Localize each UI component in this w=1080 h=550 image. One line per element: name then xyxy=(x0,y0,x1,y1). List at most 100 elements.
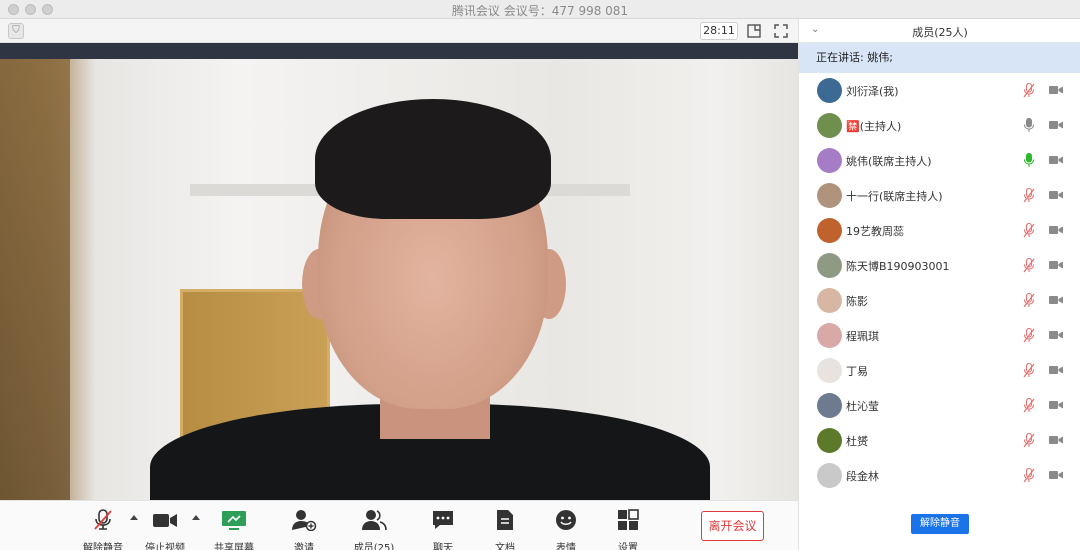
meeting-window: 腾讯会议 会议号：477 998 081 ⛉ 28:11 解除静音 停止视频 共… xyxy=(0,0,1080,550)
settings-button[interactable]: 设置 xyxy=(598,509,658,550)
mic-icon[interactable] xyxy=(1023,118,1035,133)
invite-label: 邀请 xyxy=(294,543,314,550)
chat-label: 聊天 xyxy=(433,543,453,550)
unmute-label: 解除静音 xyxy=(83,543,123,550)
muted-mic-icon[interactable] xyxy=(1023,363,1035,378)
member-name: 19艺教周蕊 xyxy=(846,225,904,238)
participant-video xyxy=(0,59,798,500)
stop-video-button[interactable]: 停止视频 xyxy=(135,509,195,550)
person-hair xyxy=(315,99,551,219)
avatar xyxy=(817,218,842,243)
avatar xyxy=(817,428,842,453)
member-name: 杜赟 xyxy=(846,435,868,448)
member-row[interactable]: 十一行(联席主持人) xyxy=(799,178,1080,213)
meeting-timer: 28:11 xyxy=(700,22,738,40)
member-name: 刘衍泽(我) xyxy=(846,85,899,98)
member-row[interactable]: 段金林 xyxy=(799,458,1080,493)
muted-mic-icon[interactable] xyxy=(1023,328,1035,343)
docs-label: 文档 xyxy=(495,543,515,550)
member-row[interactable]: 程珮琪 xyxy=(799,318,1080,353)
mic-icon[interactable] xyxy=(1023,153,1035,168)
members-icon xyxy=(362,510,387,531)
video-camera-icon[interactable] xyxy=(1049,260,1063,270)
video-camera-icon[interactable] xyxy=(1049,295,1063,305)
docs-button[interactable]: 文档 xyxy=(475,509,535,550)
video-toolbar: ⛉ 28:11 xyxy=(0,19,798,43)
member-name: 陈影 xyxy=(846,295,868,308)
video-camera-icon[interactable] xyxy=(1049,190,1063,200)
layout-icon[interactable] xyxy=(746,23,762,39)
avatar xyxy=(817,288,842,313)
video-options-caret-icon[interactable] xyxy=(192,515,200,520)
members-panel: ⌄ 成员(25人) 正在讲话: 姚伟; 刘衍泽(我) 🈲(主持人) 姚伟(联席主持人… xyxy=(798,19,1080,550)
video-camera-icon xyxy=(153,514,177,527)
member-row[interactable]: 🈲(主持人) xyxy=(799,108,1080,143)
muted-mic-icon[interactable] xyxy=(1023,398,1035,413)
meeting-controls: 解除静音 停止视频 共享屏幕 邀请 成员(25) 聊天 文档 表情 设置 离开会… xyxy=(0,500,798,550)
muted-mic-icon[interactable] xyxy=(1023,293,1035,308)
share-screen-label: 共享屏幕 xyxy=(214,543,254,550)
chat-button[interactable]: 聊天 xyxy=(413,509,473,550)
muted-mic-icon[interactable] xyxy=(1023,223,1035,238)
title-bar: 腾讯会议 会议号：477 998 081 xyxy=(0,0,1080,19)
member-row[interactable]: 刘衍泽(我) xyxy=(799,73,1080,108)
member-name: 十一行(联席主持人) xyxy=(846,190,943,203)
muted-mic-icon[interactable] xyxy=(1023,188,1035,203)
invite-user-icon xyxy=(292,510,317,532)
chat-icon xyxy=(433,511,453,529)
video-camera-icon[interactable] xyxy=(1049,225,1063,235)
shield-icon[interactable]: ⛉ xyxy=(8,23,24,39)
video-camera-icon[interactable] xyxy=(1049,400,1063,410)
background-cabinet xyxy=(0,59,70,500)
unmute-button[interactable]: 解除静音 xyxy=(73,509,133,550)
emoji-button[interactable]: 表情 xyxy=(536,509,596,550)
member-row[interactable]: 19艺教周蕊 xyxy=(799,213,1080,248)
stop-video-label: 停止视频 xyxy=(145,543,185,550)
window-title: 腾讯会议 会议号：477 998 081 xyxy=(451,4,629,18)
avatar xyxy=(817,358,842,383)
member-name: 段金林 xyxy=(846,470,879,483)
emoji-label: 表情 xyxy=(556,543,576,550)
member-name: 杜沁莹 xyxy=(846,400,879,413)
muted-mic-icon[interactable] xyxy=(1023,258,1035,273)
avatar xyxy=(817,148,842,173)
muted-mic-icon[interactable] xyxy=(1023,83,1035,98)
video-camera-icon[interactable] xyxy=(1049,85,1063,95)
video-area xyxy=(0,43,798,500)
video-camera-icon[interactable] xyxy=(1049,470,1063,480)
muted-mic-icon xyxy=(94,509,112,530)
document-icon xyxy=(497,510,513,530)
member-row[interactable]: 杜赟 xyxy=(799,423,1080,458)
member-list: 刘衍泽(我) 🈲(主持人) 姚伟(联席主持人) 十一行(联席主持人) 19艺教周蕊陈天博… xyxy=(799,73,1080,508)
member-row[interactable]: 姚伟(联席主持人) xyxy=(799,143,1080,178)
settings-grid-icon xyxy=(618,509,639,530)
member-name: 丁易 xyxy=(846,365,868,378)
video-camera-icon[interactable] xyxy=(1049,120,1063,130)
avatar xyxy=(817,253,842,278)
member-row[interactable]: 杜沁莹 xyxy=(799,388,1080,423)
share-screen-icon xyxy=(222,511,246,530)
video-camera-icon[interactable] xyxy=(1049,435,1063,445)
members-button[interactable]: 成员(25) xyxy=(344,509,404,550)
video-camera-icon[interactable] xyxy=(1049,365,1063,375)
muted-mic-icon[interactable] xyxy=(1023,468,1035,483)
member-row[interactable]: 陈天博B190903001 xyxy=(799,248,1080,283)
unmute-all-button[interactable]: 解除静音 xyxy=(911,514,969,534)
muted-mic-icon[interactable] xyxy=(1023,433,1035,448)
avatar xyxy=(817,323,842,348)
settings-label: 设置 xyxy=(618,543,638,550)
video-camera-icon[interactable] xyxy=(1049,155,1063,165)
invite-button[interactable]: 邀请 xyxy=(274,509,334,550)
avatar xyxy=(817,78,842,103)
members-panel-title: 成员(25人) xyxy=(912,26,968,39)
share-screen-button[interactable]: 共享屏幕 xyxy=(204,509,264,550)
members-label: 成员(25) xyxy=(353,543,395,550)
member-row[interactable]: 丁易 xyxy=(799,353,1080,388)
member-name: 🈲(主持人) xyxy=(846,120,902,133)
members-panel-header: ⌄ 成员(25人) xyxy=(799,19,1080,43)
fullscreen-icon[interactable] xyxy=(773,23,789,39)
member-row[interactable]: 陈影 xyxy=(799,283,1080,318)
leave-meeting-button[interactable]: 离开会议 xyxy=(701,511,764,541)
member-name: 姚伟(联席主持人) xyxy=(846,155,932,168)
video-camera-icon[interactable] xyxy=(1049,330,1063,340)
